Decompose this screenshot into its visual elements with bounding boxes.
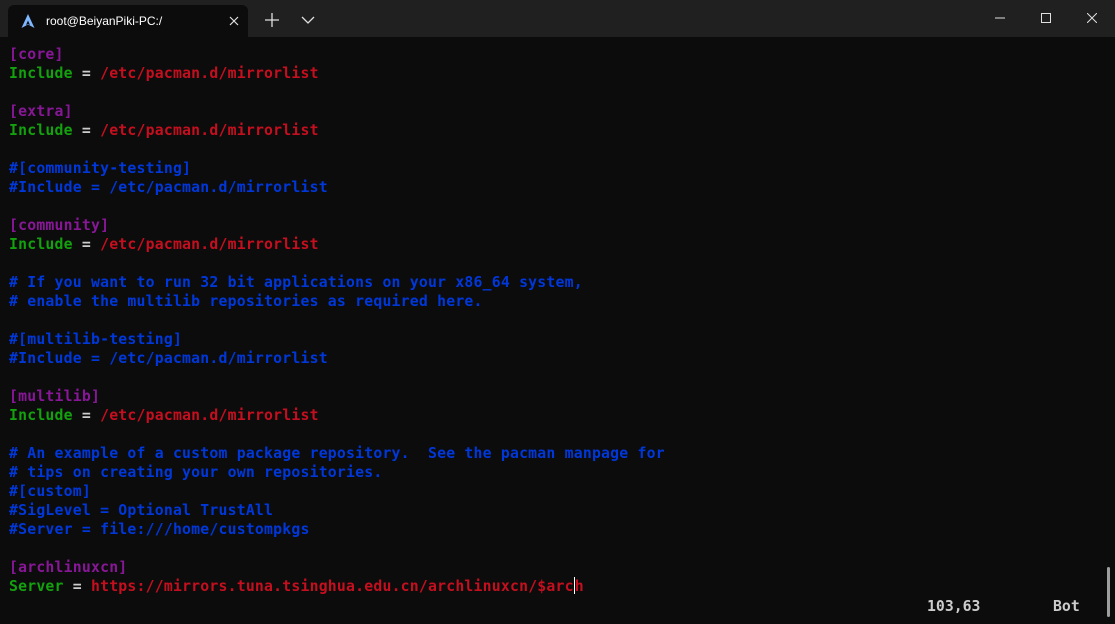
section-header: [multilib] xyxy=(9,388,101,405)
config-operator: = xyxy=(72,236,101,253)
comment-line: # enable the multilib repositories as re… xyxy=(9,293,483,310)
config-value: https://mirrors.tuna.tsinghua.edu.cn/arc… xyxy=(90,578,574,595)
editor-line[interactable]: [core] xyxy=(9,45,665,64)
terminal-window: root@BeiyanPiki-PC:/ [core] Include = /e… xyxy=(0,0,1115,624)
tab-active[interactable]: root@BeiyanPiki-PC:/ xyxy=(8,5,248,37)
comment-line: #SigLevel = Optional TrustAll xyxy=(9,502,274,519)
editor-line[interactable] xyxy=(9,368,665,387)
comment-line: #[custom] xyxy=(9,483,91,500)
comment-line: #[community-testing] xyxy=(9,160,192,177)
config-operator: = xyxy=(72,122,101,139)
editor-line[interactable]: #[custom] xyxy=(9,482,665,501)
editor-line[interactable]: [community] xyxy=(9,216,665,235)
comment-line: #Include = /etc/pacman.d/mirrorlist xyxy=(9,350,328,367)
maximize-icon xyxy=(1041,13,1051,23)
config-key: Include xyxy=(9,407,73,424)
scroll-position: Bot xyxy=(1053,598,1080,615)
config-operator: = xyxy=(72,65,101,82)
terminal-content[interactable]: [core] Include = /etc/pacman.d/mirrorlist… xyxy=(0,37,1115,624)
arch-linux-icon xyxy=(20,13,36,29)
minimize-button[interactable] xyxy=(977,0,1023,37)
comment-line: #Server = file:///home/custompkgs xyxy=(9,521,310,538)
editor-line[interactable]: # If you want to run 32 bit applications… xyxy=(9,273,665,292)
comment-line: # tips on creating your own repositories… xyxy=(9,464,383,481)
section-header: [archlinuxcn] xyxy=(9,559,128,576)
chevron-down-icon[interactable] xyxy=(298,10,318,30)
editor-line[interactable]: Include = /etc/pacman.d/mirrorlist xyxy=(9,406,665,425)
config-operator: = xyxy=(63,578,91,595)
config-key: Include xyxy=(9,236,73,253)
section-header: [core] xyxy=(9,46,64,63)
config-value: /etc/pacman.d/mirrorlist xyxy=(100,407,319,424)
config-key: Include xyxy=(9,122,73,139)
editor-line[interactable]: #Include = /etc/pacman.d/mirrorlist xyxy=(9,178,665,197)
close-icon[interactable] xyxy=(226,13,242,29)
editor-line[interactable]: Include = /etc/pacman.d/mirrorlist xyxy=(9,121,665,140)
close-icon xyxy=(1087,13,1097,23)
config-value: /etc/pacman.d/mirrorlist xyxy=(100,65,319,82)
editor-line[interactable] xyxy=(9,197,665,216)
editor-line[interactable] xyxy=(9,425,665,444)
editor-line[interactable]: Server = https://mirrors.tuna.tsinghua.e… xyxy=(9,577,665,596)
minimize-icon xyxy=(995,17,1005,19)
editor-line[interactable]: #[community-testing] xyxy=(9,159,665,178)
maximize-button[interactable] xyxy=(1023,0,1069,37)
editor-line[interactable]: #Include = /etc/pacman.d/mirrorlist xyxy=(9,349,665,368)
config-key: Server xyxy=(9,578,64,595)
editor-line[interactable] xyxy=(9,254,665,273)
comment-line: #Include = /etc/pacman.d/mirrorlist xyxy=(9,179,328,196)
comment-line: # If you want to run 32 bit applications… xyxy=(9,274,583,291)
editor-line[interactable]: [extra] xyxy=(9,102,665,121)
tab-title: root@BeiyanPiki-PC:/ xyxy=(46,14,163,28)
section-header: [community] xyxy=(9,217,110,234)
scrollbar[interactable] xyxy=(1107,567,1110,617)
config-operator: = xyxy=(72,407,101,424)
config-value: /etc/pacman.d/mirrorlist xyxy=(100,122,319,139)
editor-line[interactable] xyxy=(9,311,665,330)
editor-line[interactable]: # An example of a custom package reposit… xyxy=(9,444,665,463)
title-bar: root@BeiyanPiki-PC:/ xyxy=(0,0,1115,37)
config-key: Include xyxy=(9,65,73,82)
cursor-position: 103,63 xyxy=(927,598,981,615)
editor-line[interactable]: #Server = file:///home/custompkgs xyxy=(9,520,665,539)
editor-line[interactable] xyxy=(9,140,665,159)
editor-line[interactable]: Include = /etc/pacman.d/mirrorlist xyxy=(9,64,665,83)
editor-line[interactable] xyxy=(9,83,665,102)
plus-icon[interactable] xyxy=(262,10,282,30)
editor-line[interactable]: [archlinuxcn] xyxy=(9,558,665,577)
editor-line[interactable]: # tips on creating your own repositories… xyxy=(9,463,665,482)
config-value: /etc/pacman.d/mirrorlist xyxy=(100,236,319,253)
editor-line[interactable]: #SigLevel = Optional TrustAll xyxy=(9,501,665,520)
editor-line[interactable]: Include = /etc/pacman.d/mirrorlist xyxy=(9,235,665,254)
config-value: h xyxy=(574,578,584,595)
section-header: [extra] xyxy=(9,103,73,120)
editor-line[interactable]: [multilib] xyxy=(9,387,665,406)
comment-line: # An example of a custom package reposit… xyxy=(9,445,665,462)
editor-line[interactable]: #[multilib-testing] xyxy=(9,330,665,349)
editor-buffer[interactable]: [core] Include = /etc/pacman.d/mirrorlist… xyxy=(9,45,665,596)
editor-line[interactable]: # enable the multilib repositories as re… xyxy=(9,292,665,311)
close-window-button[interactable] xyxy=(1069,0,1115,37)
editor-line[interactable] xyxy=(9,539,665,558)
comment-line: #[multilib-testing] xyxy=(9,331,183,348)
